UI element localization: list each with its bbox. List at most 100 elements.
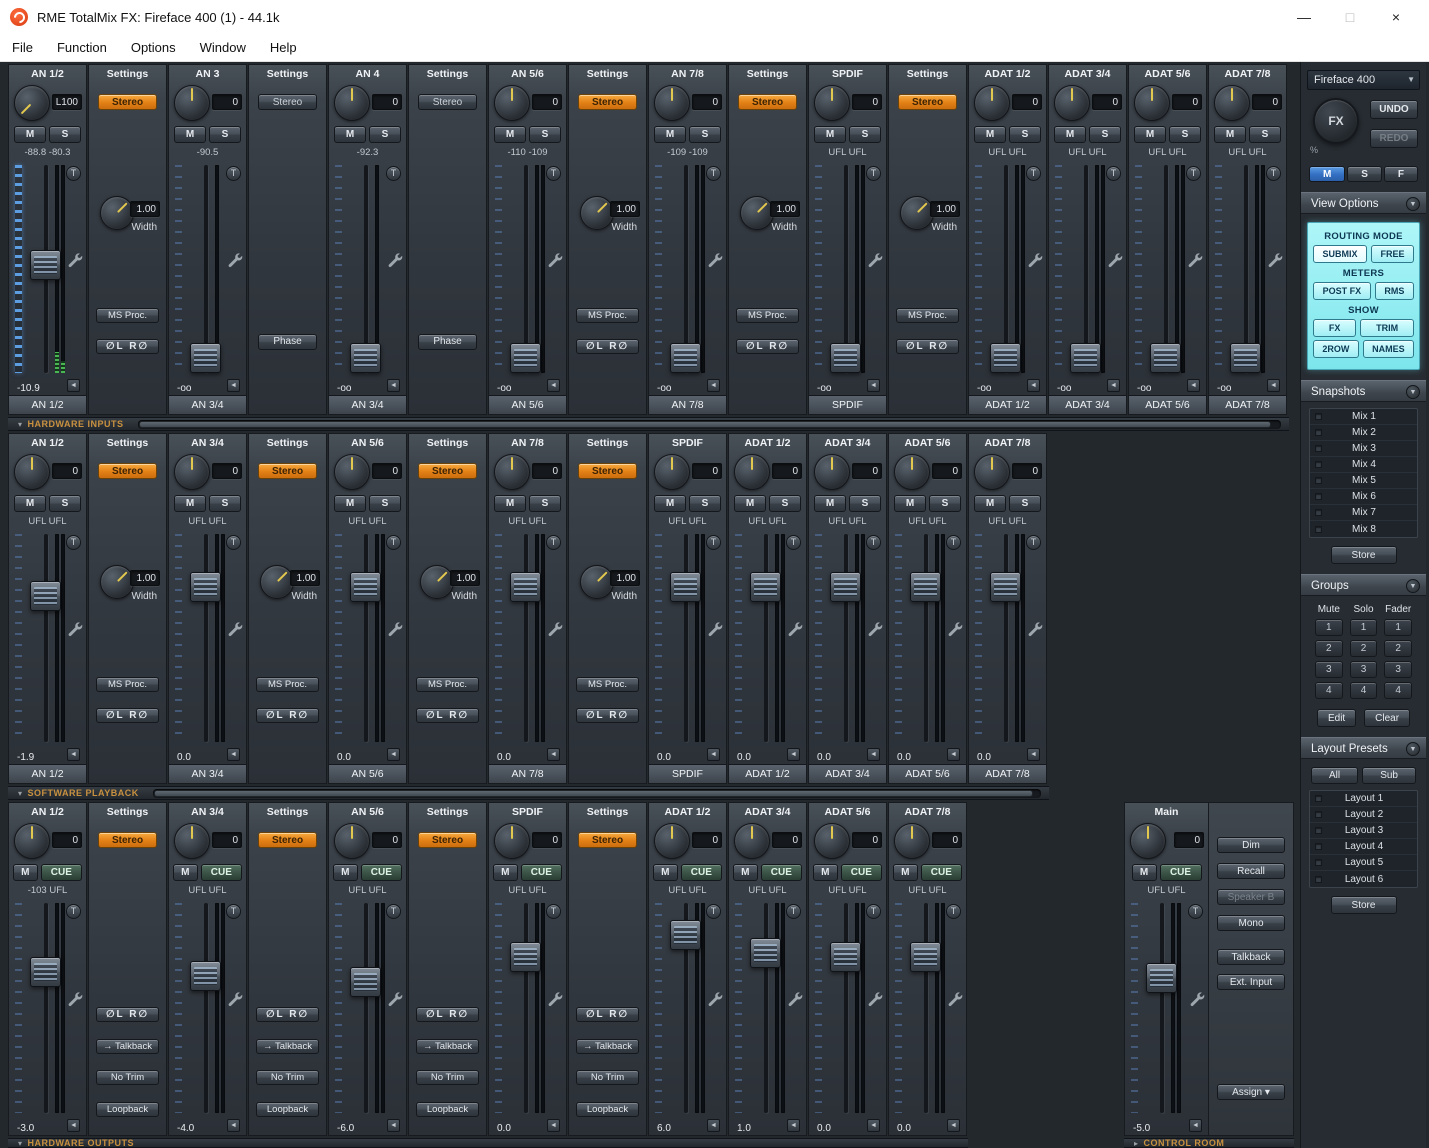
cue-button[interactable]: CUE	[361, 864, 402, 881]
mute-button[interactable]: M	[1054, 126, 1086, 143]
channel-link-arrow-icon[interactable]: ◄	[227, 379, 240, 392]
layout-item[interactable]: Layout 2	[1310, 807, 1417, 823]
cr-ext-input-button[interactable]: Ext. Input	[1217, 974, 1285, 990]
stereo-button[interactable]: Stereo	[898, 94, 957, 110]
stereo-button[interactable]: Stereo	[258, 463, 317, 479]
fader-handle[interactable]	[350, 343, 381, 373]
phase-lr-button[interactable]: ∅L R∅	[416, 1007, 479, 1022]
maximize-button[interactable]: □	[1327, 9, 1373, 25]
phase-lr-button[interactable]: ∅L R∅	[896, 339, 959, 354]
stereo-button[interactable]: Stereo	[418, 832, 477, 848]
channel-link-arrow-icon[interactable]: ◄	[547, 1119, 560, 1132]
show-fx-button[interactable]: FX	[1313, 319, 1356, 337]
group-cell-button[interactable]: 1	[1315, 619, 1343, 636]
group-cell-button[interactable]: 4	[1350, 682, 1378, 699]
phase-button[interactable]: Phase	[258, 334, 317, 350]
fader-track[interactable]	[364, 534, 368, 742]
solo-button[interactable]: S	[529, 495, 561, 512]
group-cell-button[interactable]: 2	[1315, 640, 1343, 657]
channel-link-arrow-icon[interactable]: ◄	[707, 1119, 720, 1132]
fader-handle[interactable]	[830, 942, 861, 972]
layouts-sub-button[interactable]: Sub	[1362, 767, 1416, 784]
pan-knob[interactable]	[334, 85, 370, 121]
channel-tools-wrench-icon[interactable]	[67, 991, 83, 1007]
channel-tools-wrench-icon[interactable]	[787, 621, 803, 637]
mute-button[interactable]: M	[813, 864, 838, 881]
solo-button[interactable]: S	[1089, 126, 1121, 143]
fader-handle[interactable]	[510, 942, 541, 972]
trim-gain-button[interactable]: T	[546, 535, 561, 550]
layout-item[interactable]: Layout 3	[1310, 823, 1417, 839]
mute-button[interactable]: M	[1132, 864, 1157, 881]
ms-proc-button[interactable]: MS Proc.	[896, 308, 959, 323]
trim-gain-button[interactable]: T	[1026, 535, 1041, 550]
menu-function[interactable]: Function	[57, 40, 107, 55]
pan-knob[interactable]	[1134, 85, 1170, 121]
pan-knob[interactable]	[174, 454, 210, 490]
fader-handle[interactable]	[750, 572, 781, 602]
mute-button[interactable]: M	[14, 495, 46, 512]
stereo-button[interactable]: Stereo	[98, 463, 157, 479]
stereo-button[interactable]: Stereo	[418, 94, 477, 110]
trim-gain-button[interactable]: T	[706, 166, 721, 181]
trim-gain-button[interactable]: T	[1188, 904, 1203, 919]
no-trim-button[interactable]: No Trim	[416, 1070, 479, 1085]
fader-track[interactable]	[844, 534, 848, 742]
trim-gain-button[interactable]: T	[386, 166, 401, 181]
channel-tools-wrench-icon[interactable]	[1187, 252, 1203, 268]
fader-handle[interactable]	[990, 343, 1021, 373]
fader-handle[interactable]	[670, 920, 701, 950]
loopback-button[interactable]: Loopback	[416, 1102, 479, 1117]
group-cell-button[interactable]: 3	[1350, 661, 1378, 678]
channel-tools-wrench-icon[interactable]	[1267, 252, 1283, 268]
fader-track[interactable]	[204, 534, 208, 742]
solo-button[interactable]: S	[49, 126, 81, 143]
mute-button[interactable]: M	[814, 495, 846, 512]
channel-link-arrow-icon[interactable]: ◄	[1027, 379, 1040, 392]
mute-button[interactable]: M	[334, 495, 366, 512]
fader-handle[interactable]	[670, 343, 701, 373]
pan-knob[interactable]	[494, 823, 530, 859]
channel-tools-wrench-icon[interactable]	[867, 252, 883, 268]
solo-button[interactable]: S	[1249, 126, 1281, 143]
groups-clear-button[interactable]: Clear	[1364, 709, 1410, 727]
fader-handle[interactable]	[350, 967, 381, 997]
fader-track[interactable]	[924, 534, 928, 742]
fader-handle[interactable]	[910, 942, 941, 972]
section-toggle-hardware-outputs[interactable]: ▾HARDWARE OUTPUTS	[8, 1138, 134, 1148]
section-toggle-software-playback[interactable]: ▾SOFTWARE PLAYBACK	[8, 788, 139, 798]
stereo-button[interactable]: Stereo	[578, 94, 637, 110]
pan-knob[interactable]	[1214, 85, 1250, 121]
channel-tools-wrench-icon[interactable]	[947, 991, 963, 1007]
ms-proc-button[interactable]: MS Proc.	[576, 308, 639, 323]
pan-knob[interactable]	[814, 85, 850, 121]
phase-button[interactable]: Phase	[418, 334, 477, 350]
fader-track[interactable]	[684, 534, 688, 742]
cue-button[interactable]: CUE	[201, 864, 242, 881]
fader-handle[interactable]	[1150, 343, 1181, 373]
fader-track[interactable]	[1160, 903, 1164, 1113]
pan-knob[interactable]	[734, 454, 770, 490]
view-options-header[interactable]: View Options ▼	[1301, 192, 1426, 214]
pan-knob[interactable]	[1054, 85, 1090, 121]
inputs-horizontal-scrollbar[interactable]	[138, 420, 1281, 429]
trim-gain-button[interactable]: T	[1266, 166, 1281, 181]
cr-speaker-b-button[interactable]: Speaker B	[1217, 889, 1285, 905]
trim-gain-button[interactable]: T	[866, 535, 881, 550]
scrollbar-thumb[interactable]	[154, 790, 1033, 797]
channel-link-arrow-icon[interactable]: ◄	[227, 1119, 240, 1132]
pan-knob[interactable]	[654, 823, 690, 859]
fader-handle[interactable]	[670, 572, 701, 602]
fader-track[interactable]	[204, 165, 208, 373]
fader-track[interactable]	[1084, 165, 1088, 373]
channel-tools-wrench-icon[interactable]	[707, 252, 723, 268]
master-fader-button[interactable]: F	[1384, 166, 1418, 182]
show-trim-button[interactable]: TRIM	[1360, 319, 1414, 337]
trim-gain-button[interactable]: T	[866, 904, 881, 919]
group-cell-button[interactable]: 1	[1384, 619, 1412, 636]
channel-tools-wrench-icon[interactable]	[547, 621, 563, 637]
pan-knob[interactable]	[494, 454, 530, 490]
channel-link-arrow-icon[interactable]: ◄	[1027, 748, 1040, 761]
channel-tools-wrench-icon[interactable]	[1107, 252, 1123, 268]
fader-handle[interactable]	[350, 572, 381, 602]
